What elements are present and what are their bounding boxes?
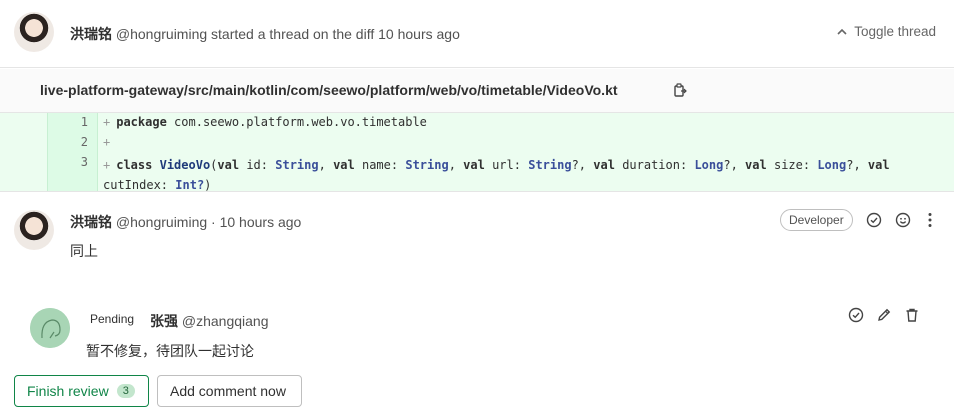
diff-line: + package com.seewo.platform.web.vo.timet… (103, 115, 427, 129)
diff-block: 1 2 3 + package com.seewo.platform.web.vo… (0, 113, 954, 192)
pending-count-badge: 3 (116, 384, 135, 398)
chevron-up-icon (837, 28, 847, 35)
trash-icon[interactable] (904, 307, 920, 323)
file-header: live-platform-gateway/src/main/kotlin/co… (0, 69, 954, 113)
avatar[interactable] (14, 210, 54, 250)
code-text: url: (492, 158, 521, 172)
plus-icon: + (103, 135, 111, 149)
toggle-thread-button[interactable]: Toggle thread (836, 24, 936, 39)
code-keyword: val (593, 158, 615, 172)
comment-body: 同上 (70, 243, 98, 259)
author-handle[interactable]: @hongruiming (116, 26, 207, 42)
comment-time[interactable]: · 10 hours ago (211, 214, 301, 230)
pending-label: Pending (90, 312, 135, 326)
diff-line: + (103, 135, 116, 149)
code-keyword: val (333, 158, 355, 172)
code-type: Int? (175, 178, 205, 192)
code-type: String (528, 158, 572, 172)
comment-meta: 洪瑞铭 @hongruiming · 10 hours ago (70, 212, 301, 232)
author-name[interactable]: 张强 (150, 313, 178, 329)
avatar[interactable] (30, 308, 70, 348)
code-type: Long (817, 158, 847, 172)
code-type: String (405, 158, 449, 172)
line-number[interactable]: 1 (48, 115, 88, 129)
thread-action-text: started a thread on the diff 10 hours ag… (211, 26, 460, 42)
thread-header: 洪瑞铭 @hongruiming started a thread on the… (0, 0, 954, 68)
finish-review-label: Finish review (27, 383, 109, 399)
code-text: duration: (622, 158, 688, 172)
resolve-check-icon[interactable] (848, 307, 864, 323)
role-badge: Developer (780, 209, 853, 231)
add-comment-now-label: Add comment now (170, 383, 286, 399)
code-text: ) (204, 178, 212, 192)
code-text: id: (246, 158, 269, 172)
file-path[interactable]: live-platform-gateway/src/main/kotlin/co… (40, 82, 618, 98)
pencil-icon[interactable] (876, 307, 892, 323)
more-actions-icon[interactable] (922, 212, 938, 228)
code-keyword: class (116, 158, 153, 172)
code-keyword: val (217, 158, 240, 172)
copy-icon[interactable] (672, 82, 688, 98)
author-handle[interactable]: @hongruiming (116, 214, 207, 230)
code-text: ?, (571, 158, 587, 172)
finish-review-button[interactable]: Finish review 3 (14, 375, 149, 407)
thread-header-text: 洪瑞铭 @hongruiming started a thread on the… (70, 24, 460, 44)
code-text: cutIndex: (103, 178, 169, 192)
resolve-check-icon[interactable] (866, 212, 882, 228)
code-text: ?, (846, 158, 861, 172)
default-avatar-icon (30, 308, 70, 348)
diff-gutter-old (0, 113, 48, 191)
code-type: String (275, 158, 319, 172)
toggle-thread-label: Toggle thread (854, 24, 936, 39)
comment (0, 193, 954, 283)
code-type: Long (694, 158, 724, 172)
line-number[interactable]: 2 (48, 135, 88, 149)
smiley-icon[interactable] (895, 212, 911, 228)
draft-body: 暂不修复，待团队一起讨论 (86, 343, 254, 359)
author-name[interactable]: 洪瑞铭 (70, 26, 112, 42)
code-keyword: val (463, 158, 485, 172)
draft-author: 张强 @zhangqiang (150, 311, 269, 331)
diff-line: + class VideoVo(val id: String, val name:… (103, 158, 890, 192)
code-text: name: (361, 158, 399, 172)
avatar[interactable] (14, 12, 54, 52)
author-handle[interactable]: @zhangqiang (182, 313, 269, 329)
code-text: com.seewo.platform.web.vo.timetable (174, 115, 427, 129)
code-class-name: VideoVo (159, 158, 211, 172)
add-comment-now-button[interactable]: Add comment now (157, 375, 302, 407)
code-text: ?, (723, 158, 738, 172)
code-text: size: (773, 158, 811, 172)
code-keyword: package (116, 115, 167, 129)
author-name[interactable]: 洪瑞铭 (70, 214, 112, 230)
line-number[interactable]: 3 (48, 155, 88, 169)
code-keyword: val (745, 158, 767, 172)
code-keyword: val (867, 158, 890, 172)
plus-icon: + (103, 158, 111, 172)
plus-icon: + (103, 115, 111, 129)
